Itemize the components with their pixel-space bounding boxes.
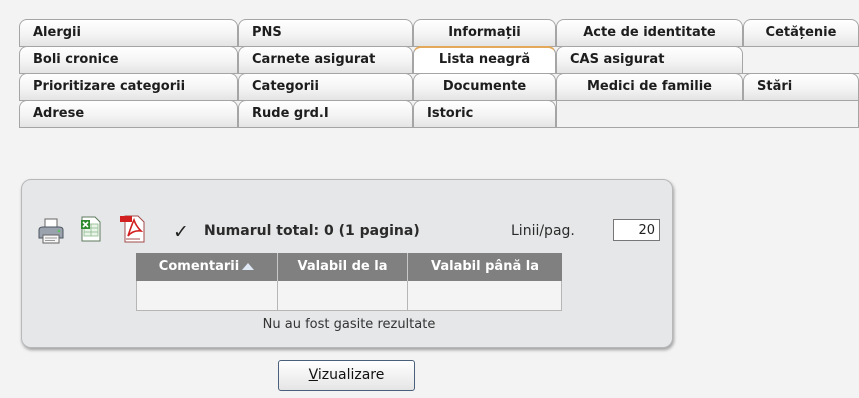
column-header-valabil-de-la[interactable]: Valabil de la bbox=[278, 253, 408, 281]
vizualizare-button[interactable]: Vizualizare bbox=[278, 360, 415, 391]
tab-lista-neagra[interactable]: Lista neagră bbox=[413, 46, 556, 73]
tab-cetatenie[interactable]: Cetățenie bbox=[743, 19, 859, 46]
lines-per-page-label: Linii/pag. bbox=[511, 223, 575, 239]
printer-icon[interactable] bbox=[37, 218, 65, 248]
tab-filler bbox=[556, 100, 859, 127]
tab-row-divider bbox=[19, 127, 859, 128]
pdf-icon[interactable] bbox=[119, 214, 149, 248]
results-table: Comentarii Valabil de la Valabil până la… bbox=[136, 253, 562, 337]
total-count: Numarul total: 0 (1 pagina) bbox=[204, 223, 420, 239]
tab-strip: Alergii PNS Informații Acte de identitat… bbox=[19, 19, 859, 171]
checkmark-icon[interactable]: ✓ bbox=[173, 222, 189, 242]
column-header-valabil-pana-la[interactable]: Valabil până la bbox=[408, 253, 562, 281]
tab-adrese[interactable]: Adrese bbox=[19, 100, 238, 127]
table-cell bbox=[136, 281, 278, 311]
tab-boli-cronice[interactable]: Boli cronice bbox=[19, 46, 238, 73]
column-header-label: Valabil de la bbox=[297, 259, 388, 274]
lines-per-page-input[interactable] bbox=[613, 219, 660, 241]
table-cell bbox=[408, 281, 562, 311]
table-cell bbox=[278, 281, 408, 311]
column-header-label: Comentarii bbox=[158, 259, 240, 274]
tab-stari[interactable]: Stări bbox=[743, 73, 859, 100]
tab-categorii[interactable]: Categorii bbox=[238, 73, 413, 100]
excel-icon[interactable] bbox=[80, 216, 102, 246]
tab-informatii[interactable]: Informații bbox=[413, 19, 556, 46]
tab-documente[interactable]: Documente bbox=[413, 73, 556, 100]
tab-prioritizare-categorii[interactable]: Prioritizare categorii bbox=[19, 73, 238, 100]
tab-carnete-asigurat[interactable]: Carnete asigurat bbox=[238, 46, 413, 73]
tab-acte-de-identitate[interactable]: Acte de identitate bbox=[556, 19, 743, 46]
sort-ascending-icon bbox=[242, 263, 255, 270]
tab-alergii[interactable]: Alergii bbox=[19, 19, 238, 46]
tab-rude-grd-i[interactable]: Rude grd.I bbox=[238, 100, 413, 127]
column-header-label: Valabil până la bbox=[431, 259, 539, 274]
tab-pns[interactable]: PNS bbox=[238, 19, 413, 46]
button-label: izualizare bbox=[317, 367, 385, 383]
tab-cas-asigurat[interactable]: CAS asigurat bbox=[556, 46, 743, 73]
button-access-key: V bbox=[308, 367, 318, 383]
empty-results-message: Nu au fost gasite rezultate bbox=[262, 317, 436, 332]
column-header-comentarii[interactable]: Comentarii bbox=[136, 253, 278, 281]
tab-medici-de-familie[interactable]: Medici de familie bbox=[556, 73, 743, 100]
tab-istoric[interactable]: Istoric bbox=[413, 100, 556, 127]
